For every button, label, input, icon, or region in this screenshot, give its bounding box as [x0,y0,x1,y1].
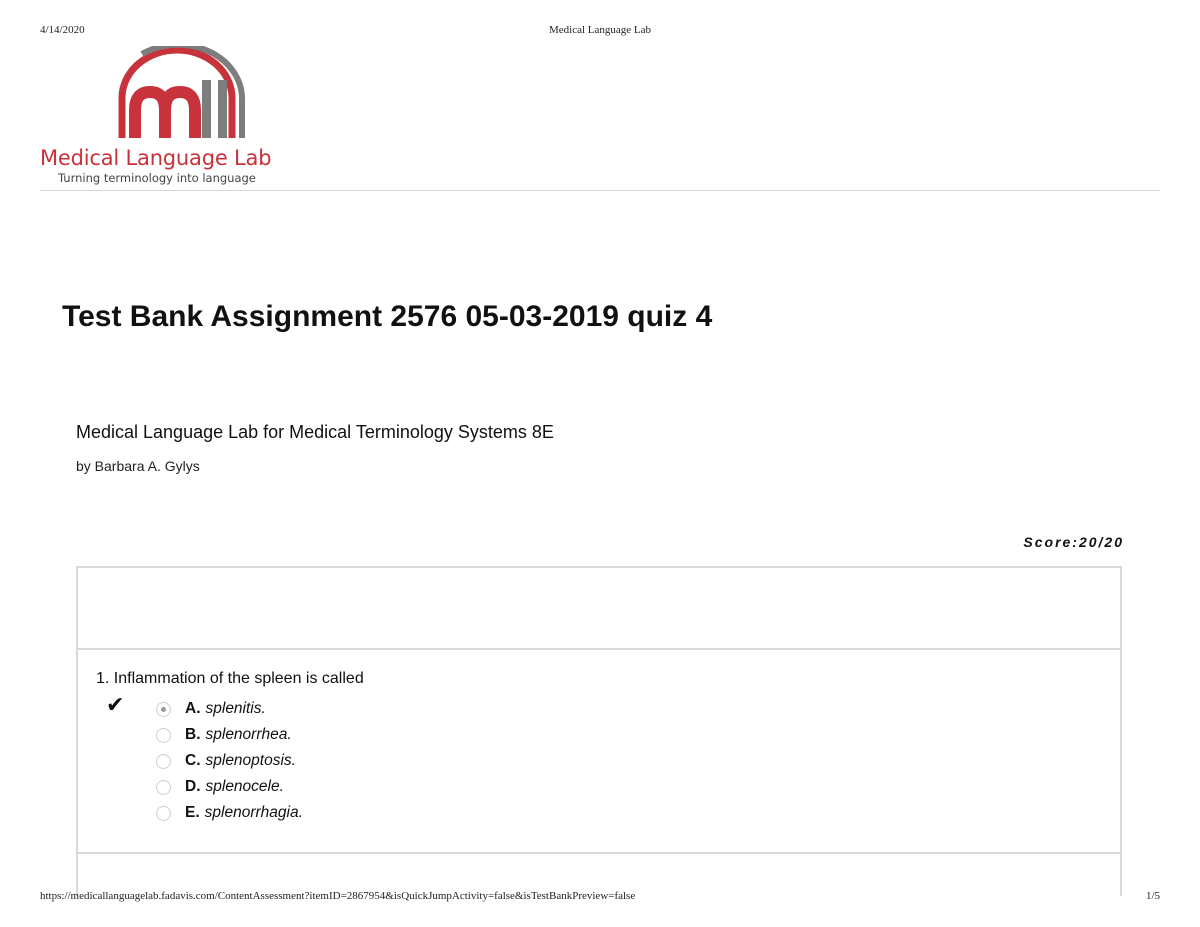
quiz-card: 1. Inflammation of the spleen is called … [76,566,1122,896]
radio-option-d[interactable] [156,779,171,795]
question-1-text: 1. Inflammation of the spleen is called [96,670,364,688]
question-1-options: A. splenitis. B. splenorrhea. C. splenop… [156,696,303,826]
question-number: 1. [96,670,110,687]
option-letter: D. [185,778,201,795]
option-d[interactable]: D. splenocele. [156,774,303,800]
option-text: splenorrhea. [205,726,292,743]
page-title: Test Bank Assignment 2576 05-03-2019 qui… [62,300,713,333]
question-prompt: Inflammation of the spleen is called [113,670,364,687]
radio-option-b[interactable] [156,727,171,743]
option-c[interactable]: C. splenoptosis. [156,748,303,774]
print-footer: https://medicallanguagelab.fadavis.com/C… [40,890,1160,904]
option-letter: B. [185,726,201,743]
page-number: 1/5 [1145,890,1160,902]
check-mark-icon: ✔ [106,692,125,717]
logo-tagline: Turning terminology into language [58,171,256,185]
radio-option-a[interactable] [156,701,171,717]
radio-option-c[interactable] [156,753,171,769]
print-site-title: Medical Language Lab [548,24,651,36]
book-title: Medical Language Lab for Medical Termino… [76,422,554,442]
option-text: splenitis. [205,700,266,717]
mll-logo: Medical Language Lab Turning terminology… [38,46,298,188]
option-text: splenoptosis. [205,752,296,769]
book-author: by Barbara A. Gylys [76,458,200,474]
print-header: 4/14/2020 Medical Language Lab [40,24,1160,38]
option-a[interactable]: A. splenitis. [156,696,303,722]
header-divider [40,190,1160,191]
score-display: Score:20/20 [1023,534,1124,550]
logo-brand-text: Medical Language Lab [40,146,272,170]
print-url: https://medicallanguagelab.fadavis.com/C… [40,890,636,902]
option-letter: A. [185,700,201,717]
option-letter: C. [185,752,201,769]
option-text: splenocele. [205,778,284,795]
option-e[interactable]: E. splenorrhagia. [156,800,303,826]
option-text: splenorrhagia. [204,804,303,821]
option-b[interactable]: B. splenorrhea. [156,722,303,748]
option-letter: E. [185,804,200,821]
card-divider [78,648,1120,650]
mll-logo-mark-icon [118,46,245,138]
card-divider [78,852,1120,854]
radio-option-e[interactable] [156,805,171,821]
